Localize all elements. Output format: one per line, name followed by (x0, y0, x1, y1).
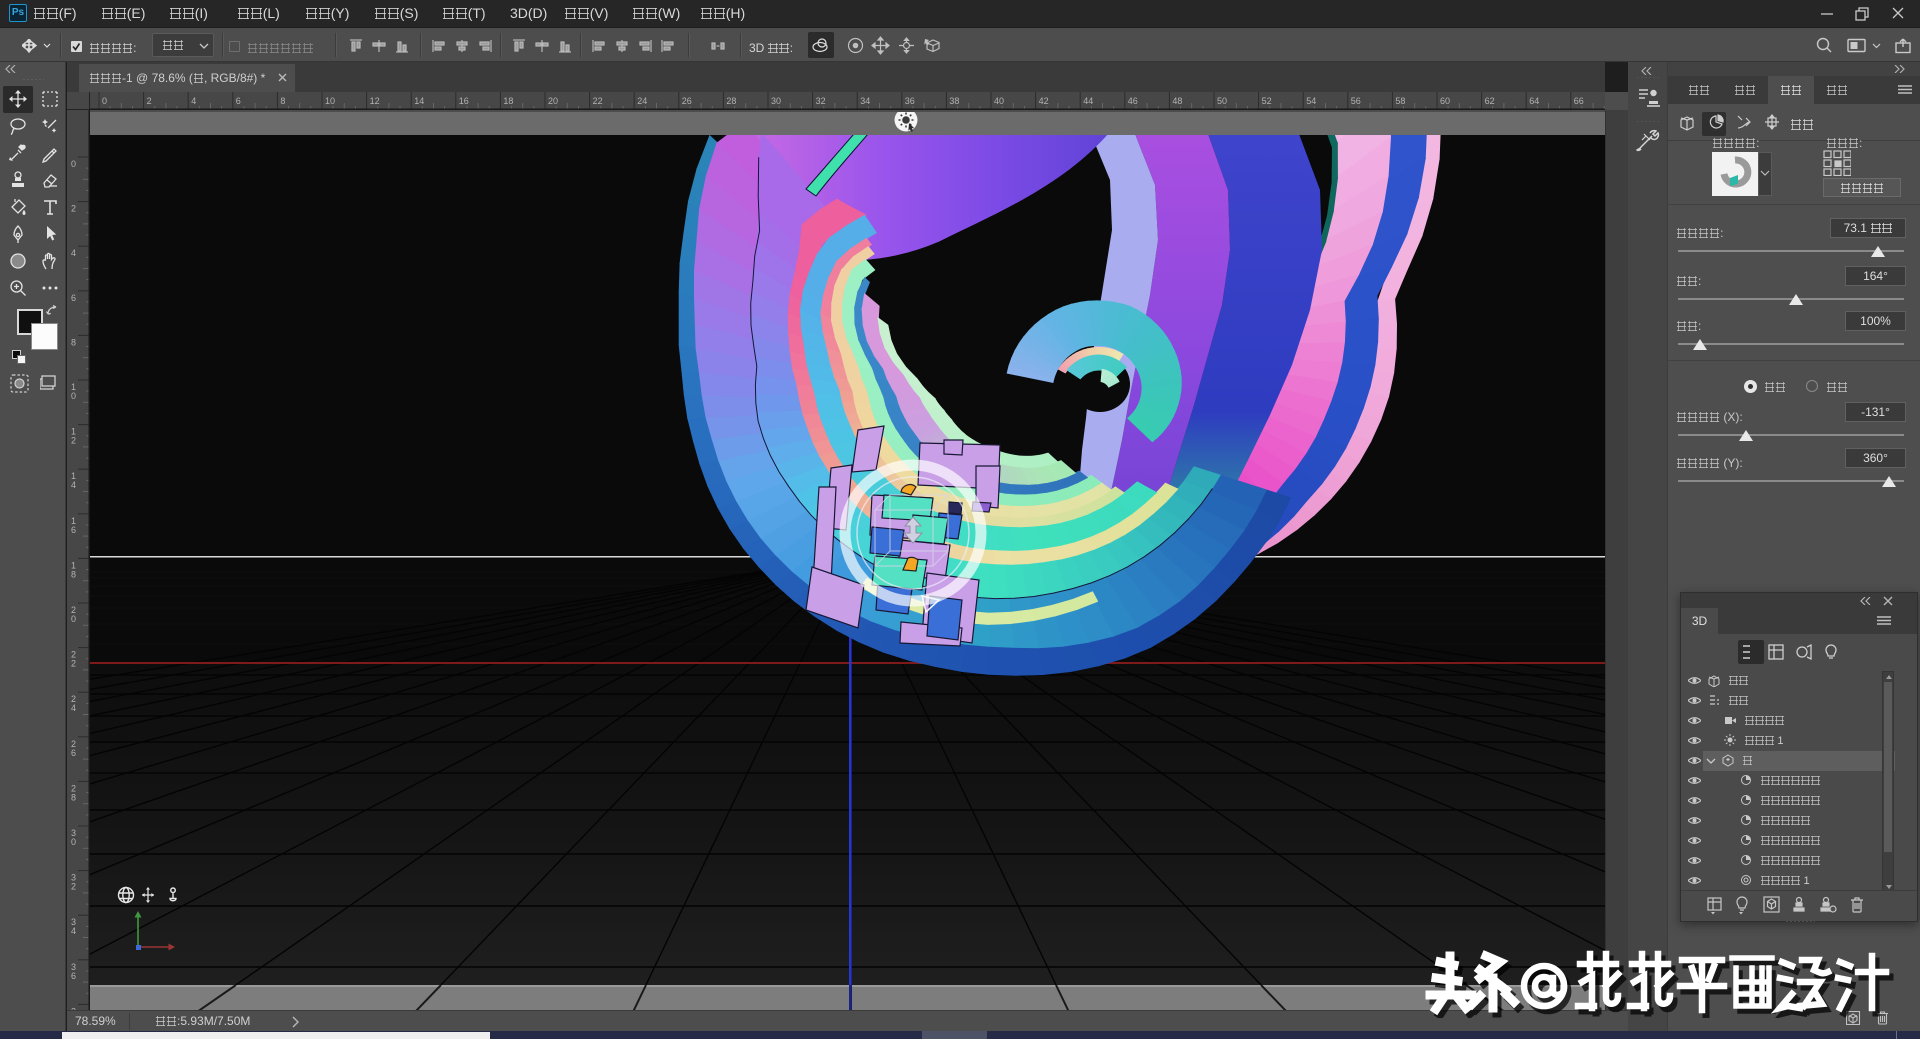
svg-text:6: 6 (71, 525, 76, 535)
svg-text:28: 28 (726, 96, 736, 106)
svg-text:6: 6 (71, 748, 76, 758)
svg-text:4: 4 (71, 926, 76, 936)
svg-text:42: 42 (1039, 96, 1049, 106)
svg-text:26: 26 (682, 96, 692, 106)
svg-text:0: 0 (71, 391, 76, 401)
svg-text:24: 24 (637, 96, 647, 106)
svg-text:22: 22 (593, 96, 603, 106)
svg-text:2: 2 (71, 436, 76, 446)
svg-text:8: 8 (71, 337, 76, 347)
svg-text:38: 38 (949, 96, 959, 106)
svg-text:0: 0 (71, 159, 76, 169)
svg-text:62: 62 (1485, 96, 1495, 106)
svg-text:30: 30 (771, 96, 781, 106)
svg-text:64: 64 (1529, 96, 1539, 106)
svg-text:40: 40 (994, 96, 1004, 106)
svg-text:12: 12 (370, 96, 380, 106)
svg-text:36: 36 (905, 96, 915, 106)
svg-text:52: 52 (1262, 96, 1272, 106)
svg-text:48: 48 (1172, 96, 1182, 106)
svg-text:46: 46 (1128, 96, 1138, 106)
svg-text:0: 0 (102, 96, 107, 106)
svg-text:8: 8 (71, 569, 76, 579)
svg-text:6: 6 (71, 971, 76, 981)
svg-text:0: 0 (71, 614, 76, 624)
svg-text:2: 2 (71, 659, 76, 669)
svg-text:4: 4 (71, 480, 76, 490)
svg-text:60: 60 (1440, 96, 1450, 106)
svg-text:34: 34 (860, 96, 870, 106)
svg-text:4: 4 (191, 96, 196, 106)
svg-text:58: 58 (1395, 96, 1405, 106)
svg-text:66: 66 (1574, 96, 1584, 106)
svg-text:8: 8 (71, 792, 76, 802)
svg-text:8: 8 (280, 96, 285, 106)
svg-text:4: 4 (71, 248, 76, 258)
svg-text:2: 2 (71, 204, 76, 214)
svg-text:2: 2 (71, 882, 76, 892)
svg-text:14: 14 (414, 96, 424, 106)
svg-text:0: 0 (71, 837, 76, 847)
svg-text:56: 56 (1351, 96, 1361, 106)
svg-text:6: 6 (71, 293, 76, 303)
svg-text:4: 4 (71, 703, 76, 713)
svg-text:50: 50 (1217, 96, 1227, 106)
svg-text:18: 18 (503, 96, 513, 106)
svg-text:6: 6 (236, 96, 241, 106)
svg-text:32: 32 (816, 96, 826, 106)
svg-text:10: 10 (325, 96, 335, 106)
svg-text:44: 44 (1083, 96, 1093, 106)
svg-text:16: 16 (459, 96, 469, 106)
svg-text:2: 2 (147, 96, 152, 106)
svg-text:54: 54 (1306, 96, 1316, 106)
svg-text:20: 20 (548, 96, 558, 106)
